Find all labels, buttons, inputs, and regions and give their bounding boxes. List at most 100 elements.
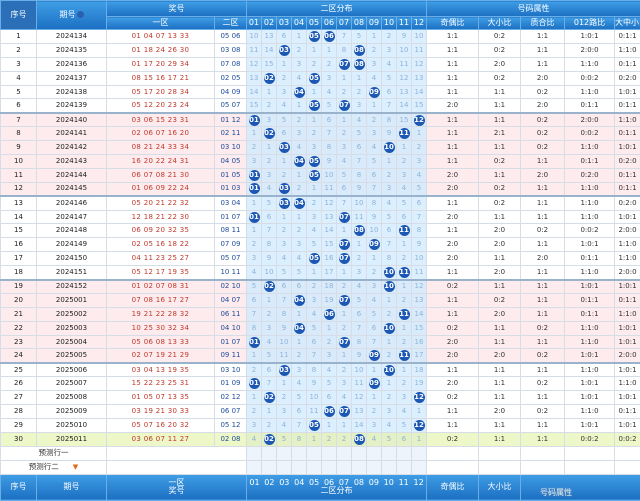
predict-input[interactable] (106, 445, 247, 461)
miss-count: 1 (296, 337, 302, 346)
table-row[interactable]: 26 2025007 15 22 23 25 31 01 09 01 7 1 4 9 5 3 11 09… (0, 376, 640, 392)
table-row[interactable]: 23 2025004 05 06 08 13 33 01 07 01 4 10 1 6 2 07 8 7… (0, 334, 640, 350)
table-row[interactable]: 2 2024135 01 18 24 26 30 03 08 11 14 03 2 1 1 8 08 2… (0, 42, 640, 58)
predict-dist-cell[interactable] (411, 459, 427, 475)
miss-count: 6 (356, 143, 362, 152)
table-row[interactable]: 21 2025002 19 21 22 28 32 06 11 7 2 8 1 4 06 1 6 5 2 1… (0, 306, 640, 322)
table-row[interactable]: 1 2024134 01 04 07 13 33 05 06 10 13 6 1 05 06 7 5 1… (0, 29, 640, 44)
predict-dist-cell[interactable] (291, 445, 307, 461)
row-front-numbers: 03 06 15 23 31 (106, 111, 215, 128)
predict-dist-cell[interactable] (366, 445, 382, 461)
dist-cell: 4 (366, 140, 382, 156)
predict-dist-cell[interactable] (396, 445, 412, 461)
predict-dist-cell[interactable] (336, 445, 352, 461)
table-row[interactable]: 20 2025001 07 08 16 17 27 04 07 6 1 7 04 3 19 07 5 4… (0, 292, 640, 308)
dist-cell: 4 (246, 265, 262, 281)
miss-count: 6 (401, 434, 407, 443)
predict-dist-cell[interactable] (261, 459, 277, 475)
footer-seq: 序号 (0, 473, 37, 501)
attr-value: 0:2 (478, 154, 521, 169)
table-row[interactable]: 19 2024152 01 02 07 08 31 02 10 5 02 6 6 2 18 2 4 3 1… (0, 278, 640, 294)
table-row[interactable]: 5 2024138 05 17 20 28 34 04 09 14 1 3 04 1 4 2 2 09 6… (0, 84, 640, 100)
predict-dist-cell[interactable] (321, 459, 337, 475)
predict-dist-cell[interactable] (276, 459, 292, 475)
predict-row[interactable]: 预测行一 (0, 445, 640, 461)
predict-dist-cell[interactable] (411, 445, 427, 461)
row-seq: 15 (0, 223, 37, 239)
attr-value: 2:0 (520, 251, 565, 267)
miss-count: 19 (414, 379, 424, 388)
row-back-numbers: 05 07 (214, 251, 247, 267)
sort-icon[interactable] (76, 11, 84, 18)
drawn-ball: 09 (368, 239, 380, 251)
miss-count: 15 (399, 115, 409, 124)
table-row[interactable]: 18 2024151 05 12 17 19 35 10 11 4 10 5 5 1 17 1 3 2 1… (0, 265, 640, 281)
miss-count: 1 (401, 143, 407, 152)
table-row[interactable]: 6 2024139 05 12 20 23 24 05 07 15 2 4 1 05 5 07 3 1 7… (0, 98, 640, 114)
table-row[interactable]: 15 2024148 06 09 20 32 35 08 11 1 7 2 2 4 14 1 08 10… (0, 223, 640, 239)
predict-dist-cell[interactable] (396, 459, 412, 475)
predict-dist-cell[interactable] (306, 459, 322, 475)
dist-cell: 13 (351, 404, 367, 419)
predict-label[interactable]: 预测行二 ▼ (0, 459, 107, 475)
dist-cell: 6 (351, 306, 367, 322)
table-row[interactable]: 14 2024147 12 18 21 22 30 01 07 01 6 1 1 3 13 07 11… (0, 209, 640, 225)
predict-dist-cell[interactable] (306, 445, 322, 461)
table-row[interactable]: 24 2025005 02 07 19 21 29 09 11 1 5 11 2 7 3 1 9 09 2… (0, 348, 640, 364)
dist-cell: 6 (261, 361, 277, 378)
dist-cell: 6 (276, 278, 292, 294)
table-row[interactable]: 17 2024150 04 11 23 25 27 05 07 3 9 4 4 05 16 07 2 1… (0, 251, 640, 267)
dist-cell: 2 (261, 417, 277, 433)
miss-count: 4 (341, 156, 347, 165)
attr-value: 0:1:1 (564, 292, 615, 308)
table-row[interactable]: 22 2025003 10 25 30 32 34 04 10 8 3 9 04 5 1 2 7 6 10… (0, 320, 640, 336)
predict-dist-cell[interactable] (261, 445, 277, 461)
row-period: 2025006 (36, 361, 107, 378)
predict-dist-cell[interactable] (246, 459, 262, 475)
miss-count: 10 (414, 254, 424, 263)
table-row[interactable]: 12 2024145 01 06 09 22 24 01 03 01 4 03 2 1 11 6 9 7… (0, 181, 640, 197)
predict-dist-cell[interactable] (321, 445, 337, 461)
predict-dist-cell[interactable] (276, 445, 292, 461)
predict-dist-cell[interactable] (291, 459, 307, 475)
table-row[interactable]: 8 2024141 02 06 07 16 20 02 11 1 02 6 3 2 7 2 5 3 9 11… (0, 126, 640, 142)
predict-dist-cell[interactable] (381, 459, 397, 475)
table-row[interactable]: 7 2024140 03 06 15 23 31 01 12 01 3 5 2 1 6 1 4 2 8 15… (0, 111, 640, 128)
table-row[interactable]: 16 2024149 02 05 16 18 22 07 09 2 8 3 3 5 15 07 1 09… (0, 237, 640, 253)
dist-cell: 10 (351, 195, 367, 211)
predict-dist-cell[interactable] (366, 459, 382, 475)
predict-input[interactable] (106, 459, 247, 475)
table-row[interactable]: 30 2025011 03 06 07 11 27 02 08 4 02 5 8 1 2 2 08 4 5… (0, 431, 640, 447)
table-row[interactable]: 3 2024136 01 17 20 29 34 07 08 12 15 1 3 2 2 07 08 3… (0, 56, 640, 72)
dist-cell: 4 (366, 292, 382, 308)
header-period[interactable]: 期号 (36, 0, 107, 30)
table-row[interactable]: 25 2025006 03 04 13 19 35 03 10 2 6 03 3 8 4 2 10 1 1… (0, 361, 640, 378)
attr-value: 2:0:0 (613, 265, 640, 281)
attr-value: 2:0 (478, 237, 521, 253)
dist-cell: 3 (291, 237, 307, 253)
table-row[interactable]: 10 2024143 16 20 22 24 31 04 05 3 2 1 04 05 9 4 7 5 1… (0, 154, 640, 169)
predict-dist-cell[interactable] (246, 445, 262, 461)
predict-label[interactable]: 预测行一 (0, 445, 107, 461)
table-row[interactable]: 29 2025010 05 07 16 20 32 05 12 3 2 4 7 05 1 1 14 3 4… (0, 417, 640, 433)
predict-row[interactable]: 预测行二 ▼ (0, 459, 640, 475)
dropdown-arrow-icon[interactable]: ▼ (73, 463, 78, 471)
table-row[interactable]: 13 2024146 05 20 21 22 32 03 04 1 5 03 04 2 12 7 10… (0, 195, 640, 211)
table-row[interactable]: 4 2024137 08 15 16 17 21 02 05 13 02 2 4 05 3 1 1 4 5… (0, 70, 640, 86)
table-row[interactable]: 9 2024142 08 21 24 33 34 03 10 2 1 03 4 3 8 3 6 4 10 1… (0, 140, 640, 156)
predict-dist-cell[interactable] (351, 459, 367, 475)
table-row[interactable]: 27 2025008 01 05 07 13 35 02 12 1 02 2 5 10 6 4 12 1… (0, 390, 640, 406)
predict-dist-cell[interactable] (351, 445, 367, 461)
drawn-ball: 08 (353, 44, 365, 56)
attr-value: 1:1 (520, 278, 565, 294)
dist-cell: 9 (306, 376, 322, 392)
row-period: 2024144 (36, 167, 107, 183)
dist-cell: 2 (411, 140, 427, 156)
predict-dist-cell[interactable] (381, 445, 397, 461)
dist-cell: 3 (246, 154, 262, 169)
dist-cell: 09 (366, 348, 382, 364)
attr-value: 1:1:0 (564, 181, 615, 197)
table-row[interactable]: 28 2025009 03 19 21 30 33 06 07 2 1 3 6 11 06 07 13… (0, 404, 640, 419)
table-row[interactable]: 11 2024144 06 07 08 21 30 01 05 01 3 2 1 05 10 5 8 6… (0, 167, 640, 183)
predict-dist-cell[interactable] (336, 459, 352, 475)
